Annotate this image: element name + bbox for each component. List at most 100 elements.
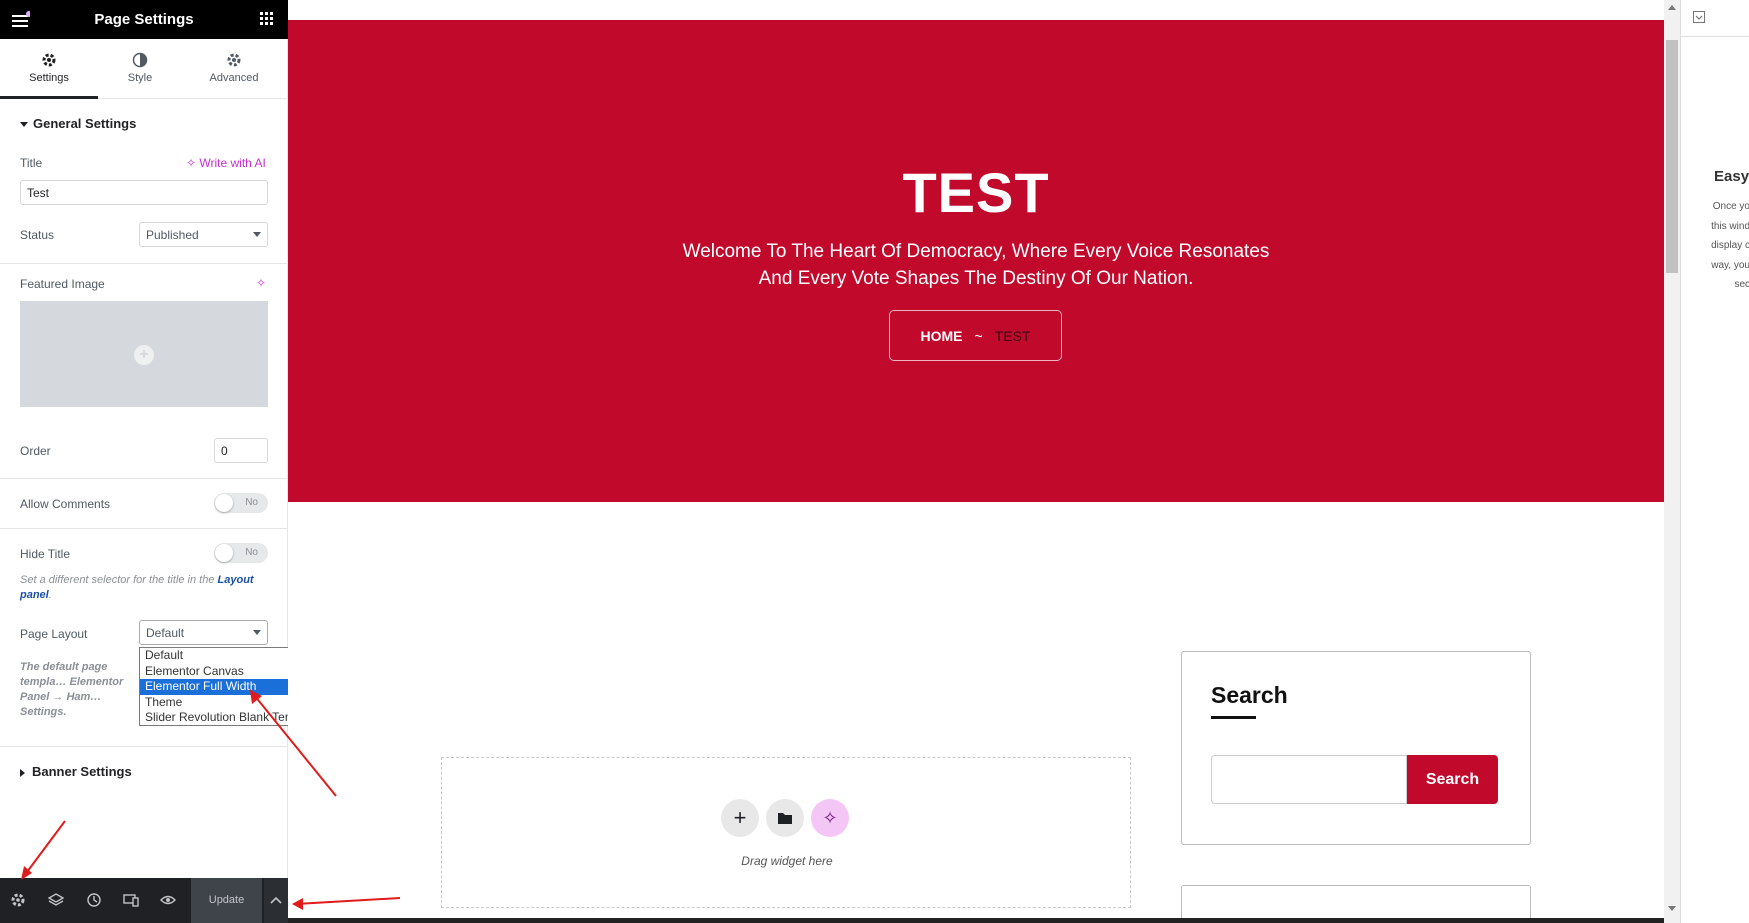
page-layout-label: Page Layout — [20, 627, 88, 641]
panel-tabs: Settings Style Advanced — [0, 39, 288, 99]
pane-text-line: display c — [1711, 240, 1749, 251]
write-ai-label: Write with AI — [199, 156, 266, 170]
hero-subtitle-line: Welcome To The Heart Of Democracy, Where… — [682, 241, 1270, 262]
status-value: Published — [146, 227, 199, 242]
tab-settings-label: Settings — [29, 72, 69, 84]
scrollbar[interactable] — [1664, 0, 1680, 923]
drag-widget-text: Drag widget here — [741, 854, 833, 868]
hide-title-toggle[interactable]: No — [214, 543, 268, 563]
tab-advanced[interactable]: Advanced — [185, 39, 283, 99]
tab-style[interactable]: Style — [91, 39, 189, 99]
page-layout-select[interactable]: Default — [139, 620, 268, 645]
banner-settings-toggle[interactable]: Banner Settings — [20, 764, 132, 779]
hero-subtitle: Welcome To The Heart Of Democracy, Where… — [288, 238, 1664, 292]
page-layout-value: Default — [146, 625, 185, 640]
add-section-button[interactable]: + — [721, 799, 759, 837]
plus-icon: + — [733, 805, 747, 830]
eye-icon[interactable] — [160, 892, 176, 908]
settings-panel: Page Settings Settings Style Advanced Ge… — [0, 0, 288, 923]
pane-text-line: Once yo — [1712, 201, 1749, 212]
ai-sparkle-icon[interactable]: ✧ — [256, 276, 266, 290]
ai-sparkle-icon: ✧ — [822, 808, 838, 828]
pane-text-line: way, you — [1711, 259, 1749, 271]
order-label: Order — [20, 444, 51, 458]
canvas-bottom-edge — [288, 918, 1664, 923]
widget-drop-area[interactable]: + ✧ Drag widget here — [441, 757, 1131, 908]
allow-comments-toggle[interactable]: No — [214, 493, 268, 513]
toggle-text: No — [245, 547, 258, 558]
chevron-down-icon — [253, 232, 261, 237]
chevron-up-icon — [270, 896, 282, 904]
toggle-text: No — [245, 497, 258, 508]
note-end: . — [48, 589, 52, 601]
featured-image-label: Featured Image — [20, 277, 105, 291]
title-underline — [1211, 716, 1256, 719]
hero-title: TEST — [902, 161, 1050, 224]
tab-advanced-label: Advanced — [209, 72, 259, 84]
section-title: Banner Settings — [32, 764, 132, 779]
general-settings-toggle[interactable]: General Settings — [20, 116, 136, 131]
gear-icon — [227, 53, 241, 67]
breadcrumb: HOME ~ TEST — [889, 310, 1062, 361]
hero-subtitle-line: And Every Vote Shapes The Destiny Of Our… — [758, 268, 1194, 289]
divider — [0, 746, 288, 747]
settings-gear-icon[interactable] — [10, 892, 26, 908]
allow-comments-label: Allow Comments — [20, 497, 111, 511]
tab-settings[interactable]: Settings — [0, 39, 98, 99]
section-title: General Settings — [33, 116, 137, 131]
hide-title-label: Hide Title — [20, 547, 71, 561]
half-circle-icon — [132, 52, 148, 68]
status-label: Status — [20, 228, 55, 242]
search-input[interactable] — [1211, 755, 1407, 804]
order-input[interactable]: 0 — [214, 438, 268, 463]
responsive-icon[interactable] — [123, 892, 139, 908]
panel-title: Page Settings — [94, 11, 194, 28]
layers-icon[interactable] — [48, 892, 64, 908]
chevron-down-icon — [253, 630, 261, 635]
breadcrumb-current: TEST — [994, 327, 1031, 344]
widgets-grid-icon[interactable] — [260, 12, 274, 31]
breadcrumb-home[interactable]: HOME — [921, 328, 963, 344]
pane-text-line: sec — [1734, 279, 1749, 290]
search-widget: Search Search — [1181, 651, 1531, 845]
caret-right-icon — [20, 768, 25, 777]
featured-image-picker[interactable]: + — [20, 301, 268, 407]
update-options-button[interactable] — [264, 878, 288, 923]
divider — [0, 478, 288, 479]
write-with-ai-button[interactable]: ✧ Write with AI — [186, 156, 266, 170]
pane-title: Easy — [1714, 168, 1749, 185]
gear-icon — [42, 53, 56, 67]
divider — [1681, 36, 1749, 37]
title-label: Title — [20, 156, 43, 170]
layout-note: The default page templa… Elementor Panel… — [20, 661, 124, 718]
add-template-button[interactable] — [766, 799, 804, 837]
dropdown-box-icon[interactable] — [1693, 11, 1705, 23]
status-select[interactable]: Published — [139, 222, 268, 247]
tab-style-label: Style — [127, 72, 153, 84]
note-text: Set a different selector for the title i… — [20, 574, 215, 586]
panel-footer: Update — [0, 878, 288, 923]
divider — [0, 528, 288, 529]
toggle-knob — [215, 494, 233, 512]
toggle-knob — [215, 544, 233, 562]
divider — [0, 263, 288, 264]
scroll-thumb[interactable] — [1666, 40, 1678, 273]
title-input[interactable]: Test — [20, 180, 268, 205]
update-button[interactable]: Update — [191, 878, 262, 923]
scroll-up-icon[interactable] — [1668, 4, 1676, 10]
panel-header: Page Settings — [0, 0, 288, 39]
search-button[interactable]: Search — [1407, 755, 1498, 804]
history-icon[interactable] — [86, 892, 102, 908]
ai-generate-button[interactable]: ✧ — [811, 799, 849, 837]
caret-down-icon — [20, 122, 28, 128]
hero-banner: TEST Welcome To The Heart Of Democracy, … — [288, 20, 1664, 502]
plus-icon: + — [134, 345, 154, 365]
hide-title-note: Set a different selector for the title i… — [20, 573, 270, 603]
folder-icon — [778, 813, 792, 824]
breadcrumb-separator: ~ — [974, 327, 983, 344]
pane-text: Once yo this wind display c way, you sec — [1711, 197, 1749, 295]
scroll-down-icon[interactable] — [1668, 906, 1676, 912]
right-side-pane: Easy Once yo this wind display c way, yo… — [1680, 0, 1749, 923]
search-widget-title: Search — [1211, 682, 1288, 708]
ai-sparkle-icon: ✧ — [186, 156, 197, 170]
